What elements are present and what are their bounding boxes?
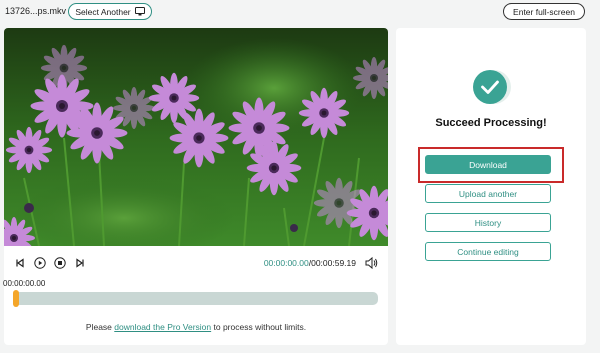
play-icon[interactable]: [34, 257, 46, 269]
continue-editing-button[interactable]: Continue editing: [425, 242, 551, 261]
download-highlight-box: [418, 147, 564, 183]
total-time: 00:00:59.19: [311, 258, 356, 268]
volume-icon[interactable]: [364, 256, 378, 270]
top-bar: 13726...ps.mkv Select Another Enter full…: [0, 0, 600, 24]
pro-version-note: Please download the Pro Version to proce…: [4, 322, 388, 332]
result-panel: Succeed Processing! Download Upload anot…: [396, 28, 586, 345]
video-frame: [4, 28, 388, 246]
history-button[interactable]: History: [425, 213, 551, 232]
pro-note-suffix: to process without limits.: [211, 322, 307, 332]
stop-icon[interactable]: [54, 257, 66, 269]
pro-note-prefix: Please: [85, 322, 115, 332]
timeline-track[interactable]: [14, 292, 378, 305]
preview-panel: 00:00:00.00/00:00:59.19 00:00:00.00 Plea…: [3, 28, 388, 345]
file-name: 13726...ps.mkv: [5, 6, 67, 16]
current-time: 00:00:00.00: [263, 258, 309, 268]
step-back-icon[interactable]: [14, 257, 26, 269]
select-another-label: Select Another: [75, 6, 131, 17]
select-another-button[interactable]: Select Another: [68, 3, 152, 20]
download-pro-link[interactable]: download the Pro Version: [114, 322, 211, 332]
timeline-handle[interactable]: [13, 290, 19, 307]
enter-fullscreen-button[interactable]: Enter full-screen: [503, 3, 585, 20]
video-preview[interactable]: [4, 28, 388, 246]
player-controls: 00:00:00.00/00:00:59.19: [4, 253, 388, 273]
timeline-start-time: 00:00:00.00: [3, 279, 46, 288]
timecode: 00:00:00.00/00:00:59.19: [264, 258, 356, 268]
monitor-icon: [134, 7, 145, 16]
success-check-icon: [469, 66, 515, 112]
success-title: Succeed Processing!: [435, 117, 547, 129]
step-forward-icon[interactable]: [74, 257, 86, 269]
upload-another-button[interactable]: Upload another: [425, 184, 551, 203]
